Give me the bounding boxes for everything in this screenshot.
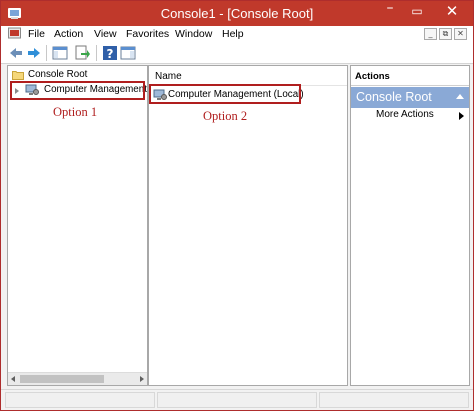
- menu-bar: File Action View Favorites Window Help _…: [1, 26, 473, 42]
- maximize-button[interactable]: ▭: [404, 4, 430, 24]
- more-actions-item[interactable]: More Actions: [376, 109, 434, 120]
- forward-icon[interactable]: [26, 45, 42, 61]
- scrollbar-thumb[interactable]: [20, 375, 104, 383]
- status-bar: [1, 389, 473, 410]
- toolbar-separator: [96, 45, 97, 61]
- folder-icon: [12, 71, 24, 80]
- back-icon[interactable]: [8, 45, 24, 61]
- mmc-window: Console1 - [Console Root] – ▭ ✕ File Act…: [0, 0, 474, 411]
- toolbar-separator: [46, 45, 47, 61]
- column-header-name[interactable]: Name: [149, 66, 347, 86]
- actions-group-console-root[interactable]: Console Root: [351, 87, 469, 108]
- help-icon[interactable]: ?: [102, 45, 118, 61]
- menu-view[interactable]: View: [94, 28, 117, 40]
- title-bar[interactable]: Console1 - [Console Root] – ▭ ✕: [1, 1, 473, 26]
- menu-help[interactable]: Help: [222, 28, 244, 40]
- svg-text:?: ?: [107, 47, 114, 61]
- status-segment: [157, 392, 317, 408]
- option1-highlight-box: [10, 81, 145, 100]
- submenu-arrow-icon: [459, 112, 464, 120]
- mdi-restore-button[interactable]: ⧉: [439, 28, 452, 40]
- scroll-left-icon[interactable]: [11, 376, 15, 382]
- mdi-close-button[interactable]: ✕: [454, 28, 467, 40]
- status-segment: [5, 392, 155, 408]
- scroll-right-icon[interactable]: [140, 376, 144, 382]
- option1-label: Option 1: [53, 105, 98, 119]
- minimize-button[interactable]: –: [377, 1, 403, 21]
- actions-header-label: Actions: [355, 71, 390, 82]
- actions-group-label: Console Root: [356, 90, 432, 104]
- tree-root-label: Console Root: [28, 69, 88, 80]
- option2-label: Option 2: [203, 109, 248, 123]
- export-list-icon[interactable]: [74, 45, 90, 61]
- console-menu-icon[interactable]: [8, 27, 21, 40]
- option2-highlight-box: [149, 84, 301, 104]
- column-header-label: Name: [155, 71, 182, 82]
- menu-window[interactable]: Window: [175, 28, 212, 40]
- menu-action[interactable]: Action: [54, 28, 83, 40]
- toolbar: ?: [1, 42, 473, 64]
- mdi-minimize-button[interactable]: _: [424, 28, 437, 40]
- show-hide-action-pane-icon[interactable]: [120, 45, 136, 61]
- actions-pane: Actions Console Root More Actions: [350, 65, 470, 386]
- show-hide-tree-icon[interactable]: [52, 45, 68, 61]
- horizontal-scrollbar[interactable]: [8, 372, 147, 385]
- close-button[interactable]: ✕: [431, 2, 473, 22]
- actions-header: Actions: [351, 66, 469, 86]
- collapse-arrow-icon[interactable]: [456, 94, 464, 99]
- results-pane[interactable]: Name Computer Management (Local): [148, 65, 348, 386]
- menu-file[interactable]: File: [28, 28, 45, 40]
- status-segment: [319, 392, 469, 408]
- menu-favorites[interactable]: Favorites: [126, 28, 169, 40]
